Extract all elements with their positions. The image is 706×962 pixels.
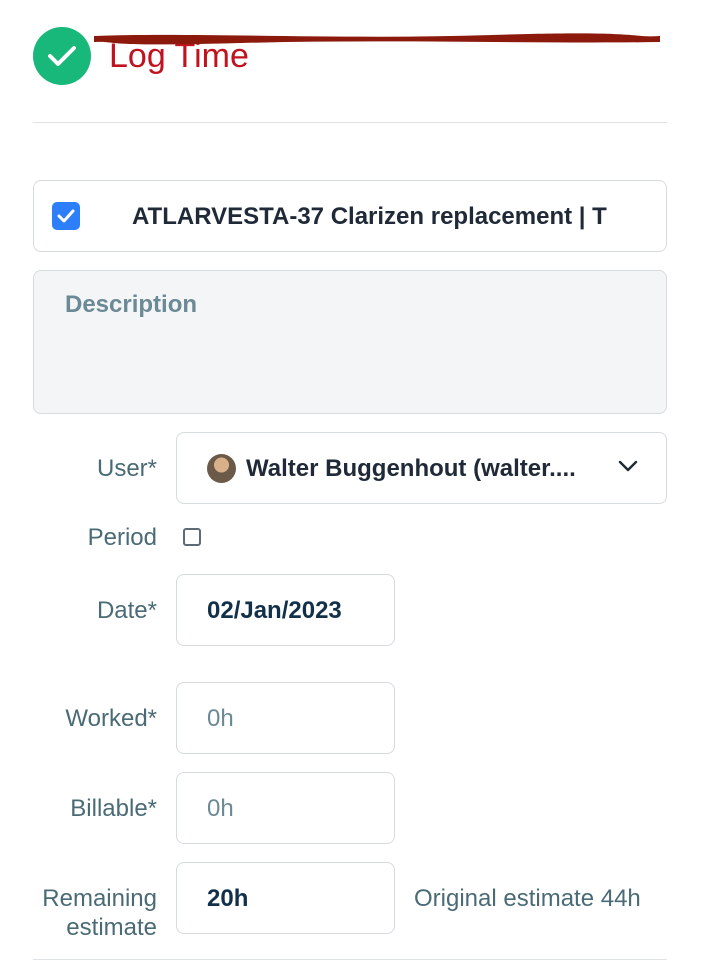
issue-selector[interactable]: ATLARVESTA-37 Clarizen replacement | T	[33, 180, 667, 252]
issue-title: ATLARVESTA-37 Clarizen replacement | T	[132, 203, 607, 230]
chevron-down-icon[interactable]	[618, 459, 638, 473]
remaining-value: 20h	[207, 885, 249, 912]
billable-field[interactable]: 0h	[176, 772, 395, 844]
date-label: Date*	[96, 597, 157, 624]
worked-label: Worked*	[65, 705, 157, 732]
original-estimate: Original estimate 44h	[414, 885, 641, 912]
worked-field[interactable]: 0h	[176, 682, 395, 754]
issue-checkbox[interactable]	[52, 202, 80, 230]
user-value: Walter Buggenhout (walter....	[246, 455, 576, 482]
period-label: Period	[87, 524, 157, 551]
dialog-title: Log Time	[109, 37, 249, 75]
user-label: User*	[96, 455, 157, 482]
billable-label: Billable*	[70, 795, 157, 822]
check-circle-icon	[33, 27, 91, 85]
remaining-label-line2: estimate	[66, 914, 157, 941]
worked-placeholder: 0h	[207, 705, 234, 732]
description-box[interactable]	[33, 270, 667, 414]
date-field[interactable]: 02/Jan/2023	[176, 574, 395, 646]
billable-placeholder: 0h	[207, 795, 234, 822]
period-checkbox[interactable]	[183, 528, 201, 546]
user-select[interactable]: Walter Buggenhout (walter....	[176, 432, 667, 504]
date-value: 02/Jan/2023	[207, 597, 342, 624]
footer-divider	[33, 959, 667, 960]
log-time-dialog: Log Time ATLARVESTA-37 Clarizen replacem…	[0, 0, 706, 962]
avatar	[207, 454, 236, 483]
remaining-label-line1: Remaining	[42, 885, 157, 912]
description-input[interactable]	[34, 271, 666, 413]
header-divider	[33, 122, 667, 123]
remaining-field[interactable]: 20h	[176, 862, 395, 934]
